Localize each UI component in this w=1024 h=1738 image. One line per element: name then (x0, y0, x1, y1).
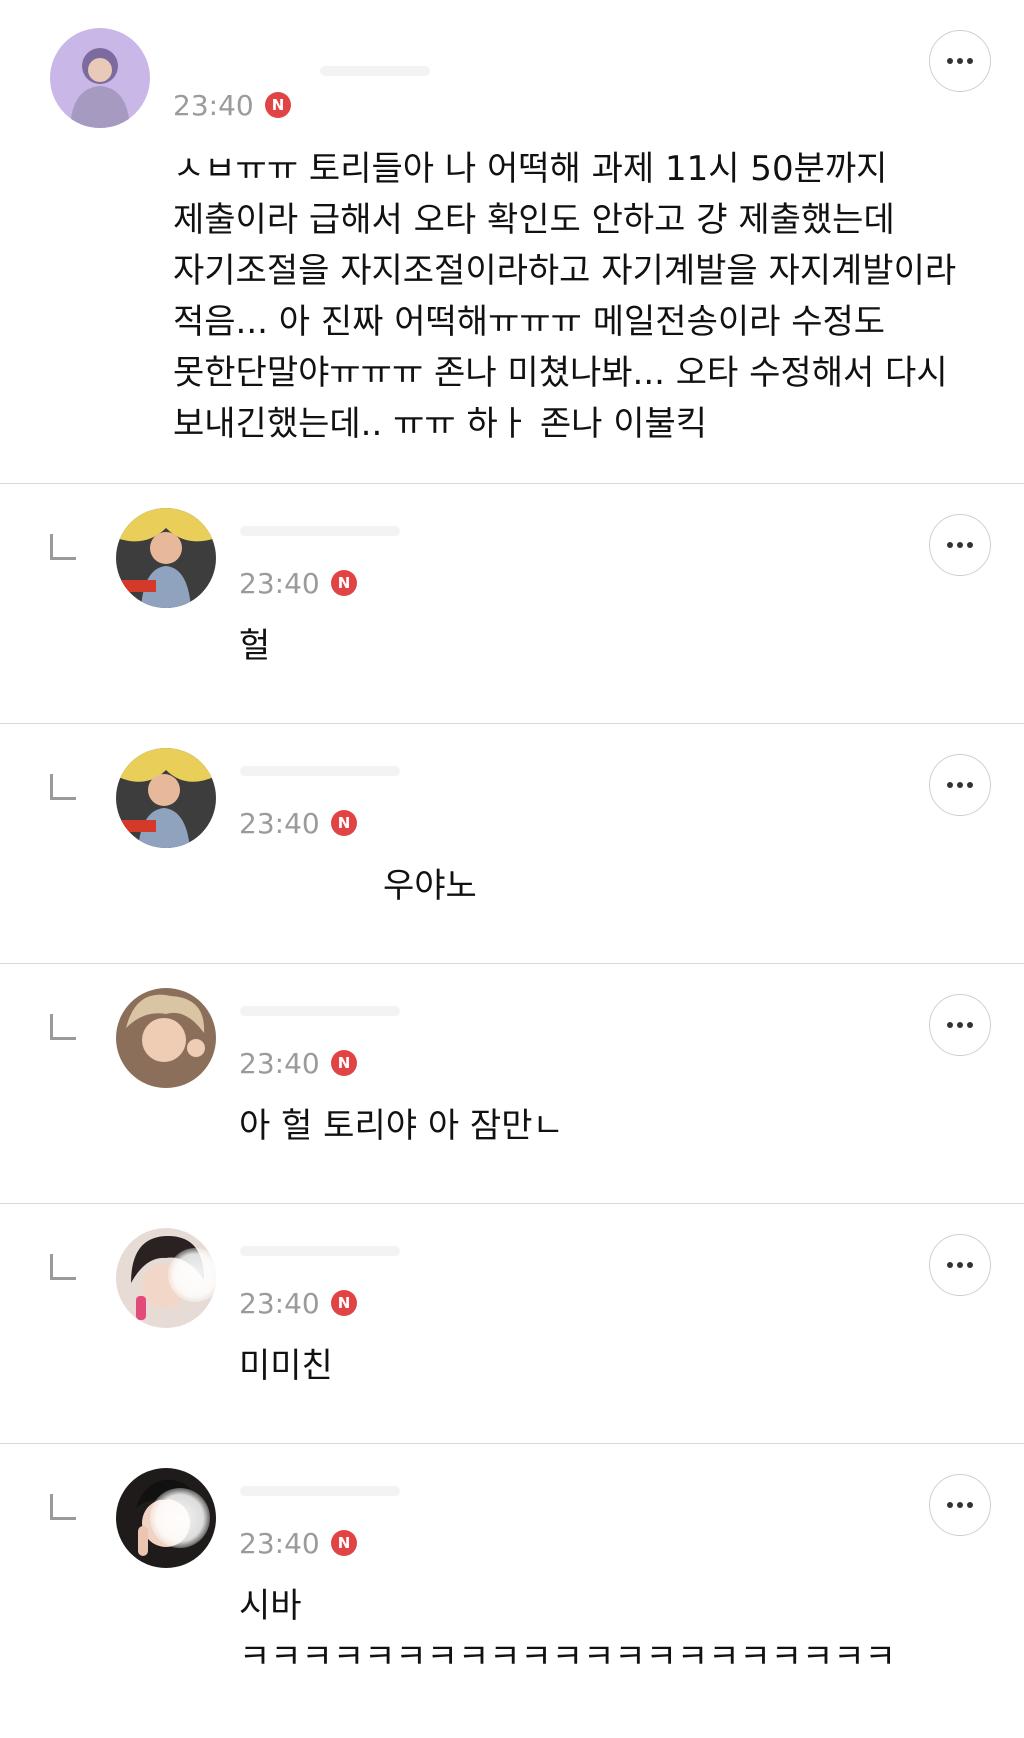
avatar-image (116, 748, 216, 848)
reply-arrow-icon (50, 534, 76, 560)
avatar[interactable] (116, 988, 216, 1088)
more-horizontal-icon (947, 1262, 973, 1268)
new-badge-icon: N (331, 1530, 357, 1556)
new-badge-icon: N (331, 810, 357, 836)
comment-text: 우야노 (383, 866, 477, 906)
timestamp: 23:40 (239, 807, 320, 840)
reply-arrow-icon (50, 1254, 76, 1280)
comment-item: 23:40 N ㅅㅂㅠㅠ 토리들아 나 어떡해 과제 11시 50분까지 제출이… (0, 0, 1024, 484)
more-options-button[interactable] (929, 754, 991, 816)
reply-item: 23:40 N 헐 (0, 484, 1024, 724)
more-options-button[interactable] (929, 1474, 991, 1536)
avatar-image (116, 508, 216, 608)
username-blurred (240, 1006, 400, 1016)
new-badge-icon: N (331, 570, 357, 596)
timestamp: 23:40 (239, 1047, 320, 1080)
avatar[interactable] (50, 28, 150, 128)
blur-smear (150, 1488, 210, 1548)
more-horizontal-icon (947, 782, 973, 788)
avatar[interactable] (116, 748, 216, 848)
avatar[interactable] (116, 1468, 216, 1568)
avatar-image (50, 28, 150, 128)
username-blurred (240, 1246, 400, 1256)
more-options-button[interactable] (929, 30, 991, 92)
comment-text: 시바 ㅋㅋㅋㅋㅋㅋㅋㅋㅋㅋㅋㅋㅋㅋㅋㅋㅋㅋㅋㅋㅋ (239, 1586, 896, 1677)
reply-item: 23:40 N 아 헐 토리야 아 잠만ㄴ (0, 964, 1024, 1204)
more-horizontal-icon (947, 1502, 973, 1508)
reply-arrow-icon (50, 1494, 76, 1520)
new-badge-icon: N (331, 1290, 357, 1316)
more-horizontal-icon (947, 542, 973, 548)
reply-item: 23:40 N 미미친 (0, 1204, 1024, 1444)
more-options-button[interactable] (929, 1234, 991, 1296)
new-badge-icon: N (331, 1050, 357, 1076)
timestamp: 23:40 (239, 1527, 320, 1560)
reply-arrow-icon (50, 774, 76, 800)
comment-text: 헐 (239, 626, 271, 666)
timestamp: 23:40 (173, 89, 254, 122)
avatar-image (116, 988, 216, 1088)
more-options-button[interactable] (929, 994, 991, 1056)
timestamp: 23:40 (239, 567, 320, 600)
more-horizontal-icon (947, 58, 973, 64)
username-blurred (240, 766, 400, 776)
more-options-button[interactable] (929, 514, 991, 576)
timestamp: 23:40 (239, 1287, 320, 1320)
avatar[interactable] (116, 1228, 216, 1328)
comment-text: 아 헐 토리야 아 잠만ㄴ (239, 1106, 564, 1146)
reply-arrow-icon (50, 1014, 76, 1040)
comment-text: ㅅㅂㅠㅠ 토리들아 나 어떡해 과제 11시 50분까지 제출이라 급해서 오타… (173, 149, 967, 444)
username-blurred (240, 526, 400, 536)
username-blurred (320, 66, 430, 76)
new-badge-icon: N (265, 92, 291, 118)
reply-item: 23:40 N 우야노 (0, 724, 1024, 964)
reply-item: 23:40 N 시바 ㅋㅋㅋㅋㅋㅋㅋㅋㅋㅋㅋㅋㅋㅋㅋㅋㅋㅋㅋㅋㅋ (0, 1444, 1024, 1734)
avatar[interactable] (116, 508, 216, 608)
username-blurred (240, 1486, 400, 1496)
blur-smear (168, 1248, 216, 1302)
comment-feed: 23:40 N ㅅㅂㅠㅠ 토리들아 나 어떡해 과제 11시 50분까지 제출이… (0, 0, 1024, 1734)
more-horizontal-icon (947, 1022, 973, 1028)
comment-text: 미미친 (239, 1346, 333, 1386)
